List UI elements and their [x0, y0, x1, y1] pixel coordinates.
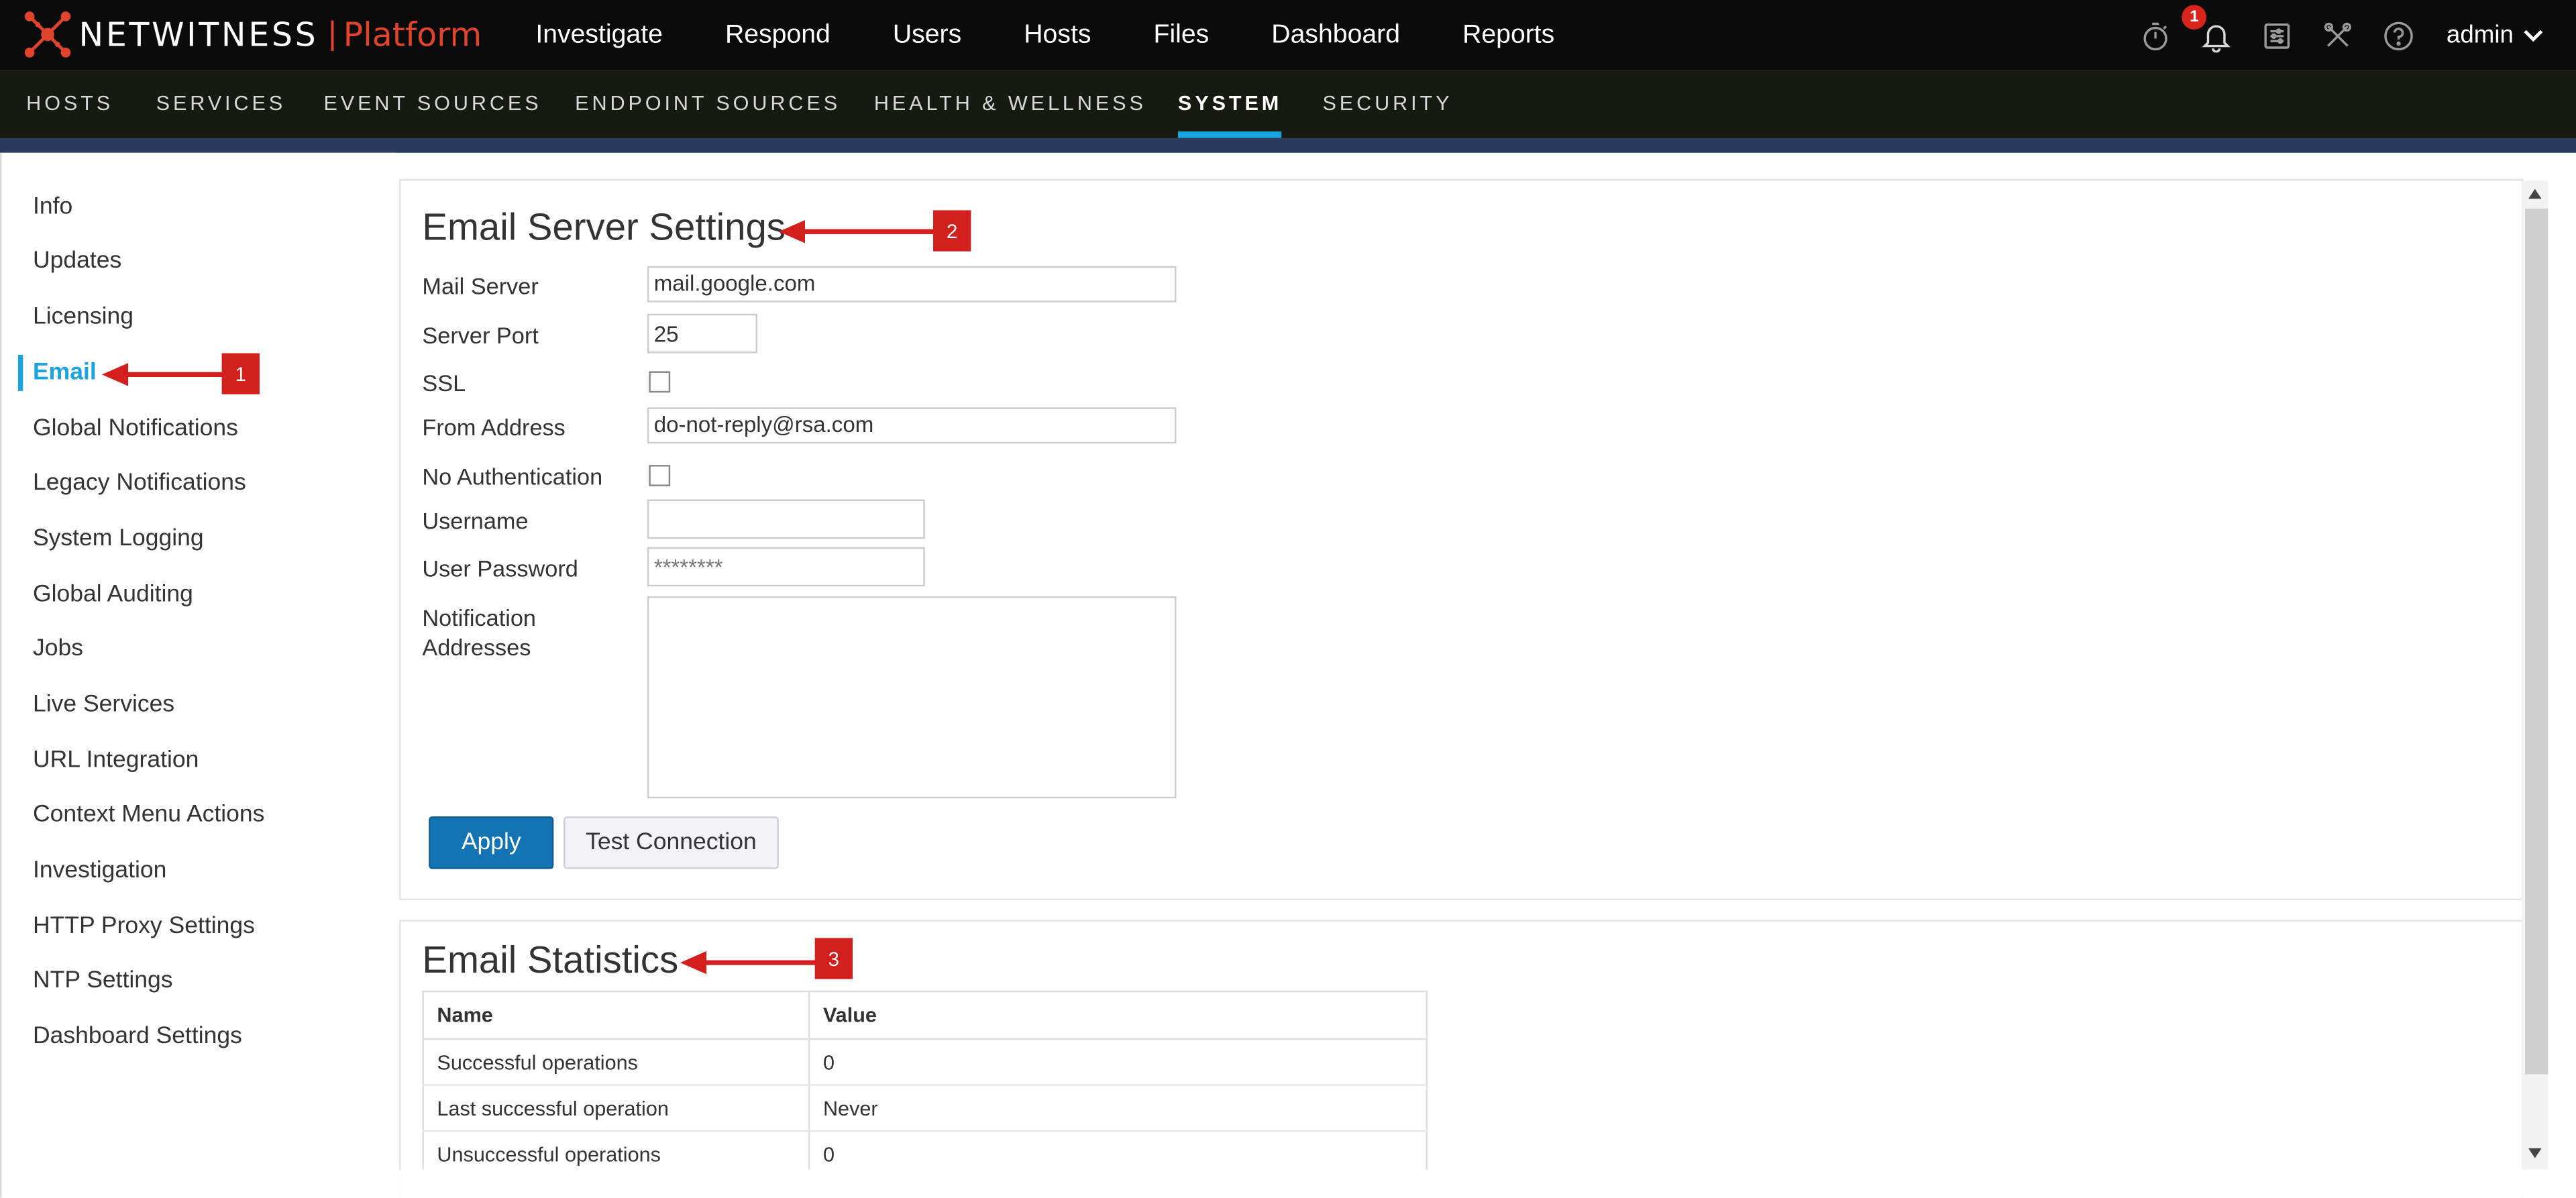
sidebar-item-live-services[interactable]: Live Services — [33, 692, 174, 718]
nav-hosts[interactable]: Hosts — [1024, 21, 1091, 50]
column-header-value[interactable]: Value — [808, 990, 1428, 1040]
notification-addresses-label-line2: Addresses — [422, 634, 531, 661]
callout-arrow-icon — [778, 220, 935, 243]
top-icons: 1 admin — [2113, 0, 2576, 70]
nav-investigate[interactable]: Investigate — [535, 21, 663, 50]
from-address-input[interactable] — [647, 407, 1177, 444]
email-statistics-table: Name Value Successful operations 0 Last … — [422, 990, 1428, 1178]
help-icon[interactable] — [2381, 17, 2417, 54]
stat-value-cell: Never — [808, 1085, 1428, 1132]
logo[interactable]: NETWITNESS | Platform — [19, 8, 482, 60]
tab-security[interactable]: SECURITY — [1322, 70, 1452, 138]
apply-button[interactable]: Apply — [429, 816, 554, 869]
table-header-row: Name Value — [422, 990, 1428, 1040]
tools-icon[interactable] — [2320, 17, 2356, 54]
nav-respond[interactable]: Respond — [725, 21, 830, 50]
sliders-icon[interactable] — [2259, 17, 2296, 54]
user-name: admin — [2446, 21, 2514, 50]
username-label: Username — [422, 507, 529, 534]
logo-text: NETWITNESS — [78, 15, 319, 54]
ssl-label: SSL — [422, 370, 466, 396]
tab-services[interactable]: SERVICES — [156, 70, 286, 138]
username-input[interactable] — [647, 499, 925, 539]
user-password-label: User Password — [422, 555, 578, 582]
notification-addresses-label-line1: Notification — [422, 604, 537, 631]
sidebar-active-indicator — [17, 354, 23, 391]
column-header-name[interactable]: Name — [422, 990, 810, 1040]
scrollbar-thumb[interactable] — [2525, 209, 2548, 1075]
from-address-label: From Address — [422, 414, 566, 441]
main-nav: Investigate Respond Users Hosts Files Da… — [535, 0, 1617, 70]
callout-badge-3: 3 — [814, 938, 853, 979]
stat-name-cell: Successful operations — [422, 1038, 810, 1086]
mail-server-input[interactable] — [647, 266, 1177, 303]
sub-nav: HOSTS SERVICES EVENT SOURCES ENDPOINT SO… — [0, 70, 2576, 140]
nav-users[interactable]: Users — [893, 21, 961, 50]
server-port-label: Server Port — [422, 322, 539, 349]
app-window: NETWITNESS | Platform Investigate Respon… — [0, 0, 2576, 1198]
sidebar-item-global-notifications[interactable]: Global Notifications — [33, 416, 238, 442]
callout-badge-1: 1 — [221, 353, 260, 394]
no-authentication-label: No Authentication — [422, 463, 603, 490]
sidebar-item-licensing[interactable]: Licensing — [33, 304, 133, 330]
sidebar-item-system-logging[interactable]: System Logging — [33, 526, 204, 552]
logo-separator: | — [328, 15, 337, 52]
tab-hosts[interactable]: HOSTS — [26, 70, 113, 138]
sidebar-item-dashboard-settings[interactable]: Dashboard Settings — [33, 1024, 242, 1050]
sidebar-item-info[interactable]: Info — [33, 194, 72, 220]
callout-arrow-icon — [101, 363, 225, 386]
sidebar-item-email[interactable]: Email — [33, 360, 97, 386]
ssl-checkbox[interactable] — [649, 371, 671, 393]
header-divider — [0, 140, 2576, 153]
tab-health-wellness[interactable]: HEALTH & WELLNESS — [874, 70, 1146, 138]
tab-event-sources[interactable]: EVENT SOURCES — [323, 70, 541, 138]
tab-system[interactable]: SYSTEM — [1177, 70, 1283, 138]
nav-files[interactable]: Files — [1154, 21, 1210, 50]
callout-badge-2: 2 — [933, 210, 971, 252]
content-bottom-edge — [399, 1169, 2552, 1198]
nav-dashboard[interactable]: Dashboard — [1271, 21, 1400, 50]
email-statistics-title: Email Statistics — [422, 938, 679, 981]
sidebar-item-global-auditing[interactable]: Global Auditing — [33, 582, 193, 608]
notification-badge: 1 — [2182, 4, 2207, 29]
user-password-input[interactable] — [647, 547, 925, 587]
netwitness-logo-icon — [24, 11, 71, 58]
callout-arrow-icon — [680, 950, 817, 975]
sidebar-item-legacy-notifications[interactable]: Legacy Notifications — [33, 470, 246, 496]
sidebar-item-url-integration[interactable]: URL Integration — [33, 747, 199, 773]
top-bar: NETWITNESS | Platform Investigate Respon… — [0, 0, 2576, 71]
notification-addresses-textarea[interactable] — [647, 596, 1177, 799]
sidebar-item-jobs[interactable]: Jobs — [33, 636, 83, 662]
email-server-settings-title: Email Server Settings — [422, 205, 786, 248]
sidebar-item-updates[interactable]: Updates — [33, 248, 121, 274]
stopwatch-icon[interactable] — [2137, 17, 2174, 54]
sidebar-item-investigation[interactable]: Investigation — [33, 857, 166, 883]
test-connection-button[interactable]: Test Connection — [564, 816, 779, 869]
bell-icon[interactable]: 1 — [2182, 4, 2235, 54]
sidebar-item-context-menu-actions[interactable]: Context Menu Actions — [33, 802, 264, 828]
tab-endpoint-sources[interactable]: ENDPOINT SOURCES — [575, 70, 841, 138]
sidebar-item-http-proxy-settings[interactable]: HTTP Proxy Settings — [33, 914, 255, 940]
stat-value-cell: 0 — [808, 1038, 1428, 1086]
no-authentication-checkbox[interactable] — [649, 465, 671, 486]
chevron-down-icon — [2524, 29, 2543, 42]
scroll-down-arrow-icon[interactable] — [2527, 1146, 2543, 1160]
stat-name-cell: Last successful operation — [422, 1085, 810, 1132]
table-row: Successful operations 0 — [422, 1038, 1428, 1086]
nav-reports[interactable]: Reports — [1462, 21, 1554, 50]
server-port-input[interactable] — [647, 313, 757, 353]
mail-server-label: Mail Server — [422, 272, 539, 299]
scroll-up-arrow-icon[interactable] — [2527, 187, 2543, 201]
table-row: Last successful operation Never — [422, 1085, 1428, 1132]
user-menu[interactable]: admin — [2446, 21, 2543, 50]
sidebar-item-ntp-settings[interactable]: NTP Settings — [33, 967, 173, 993]
logo-product: Platform — [343, 15, 482, 54]
